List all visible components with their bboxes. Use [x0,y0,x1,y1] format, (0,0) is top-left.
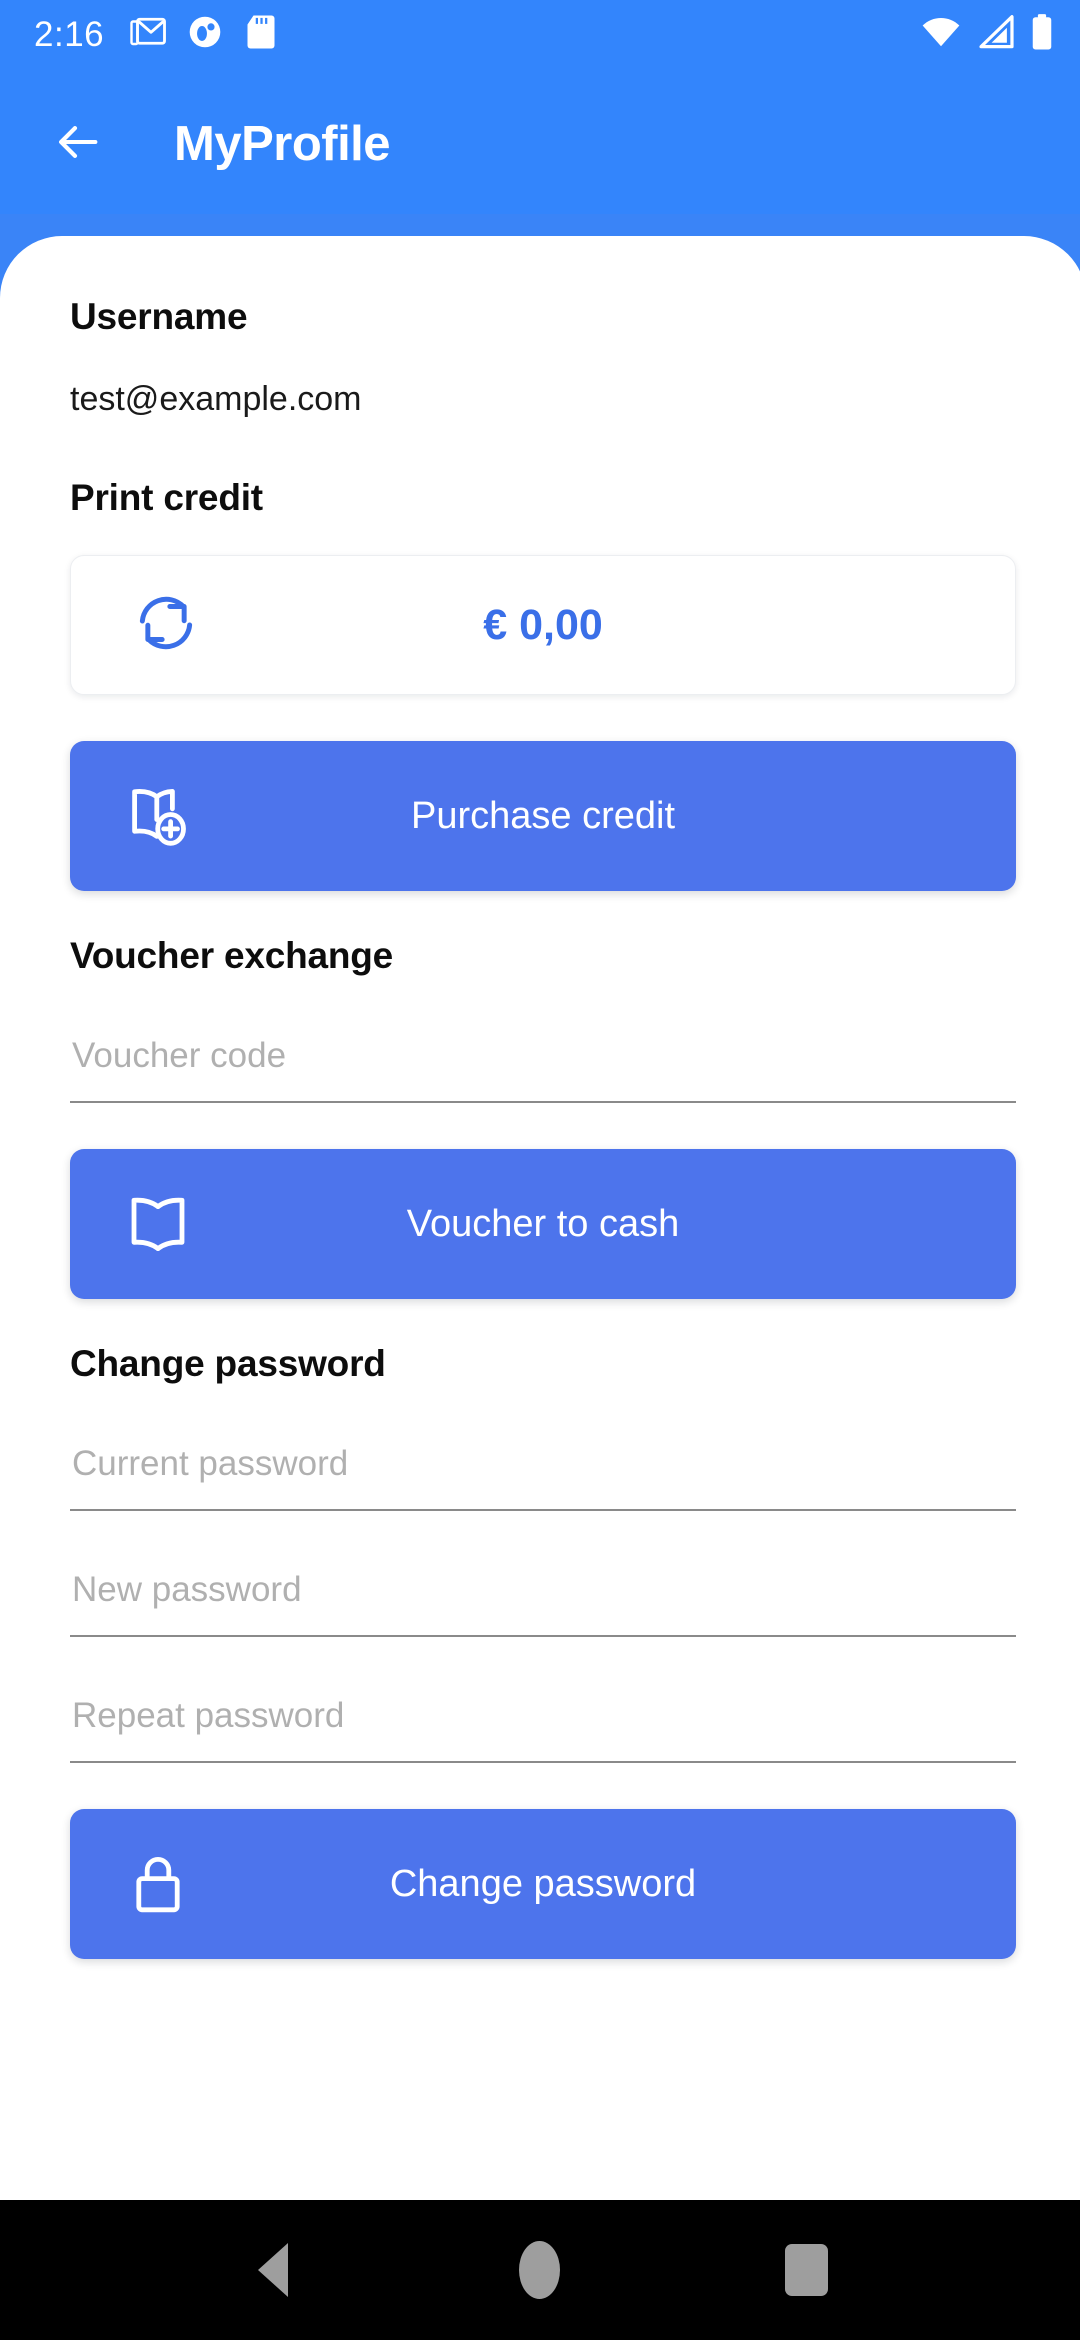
repeat-password-field [70,1683,1016,1763]
current-password-input[interactable] [70,1431,1016,1511]
wifi-icon [920,15,962,54]
purchase-credit-label: Purchase credit [410,794,675,837]
print-credit-amount: € 0,00 [483,600,603,649]
page-title: MyProfile [174,117,391,171]
square-recents-icon [785,2244,829,2296]
gmail-icon [130,14,167,55]
circle-home-icon [519,2241,561,2299]
change-password-heading: Change password [70,1343,386,1384]
book-plus-icon [116,774,200,858]
battery-icon [1030,13,1054,56]
lock-icon [116,1842,200,1926]
status-bar: 2:16 [0,0,1080,68]
back-button[interactable] [50,116,106,172]
print-credit-heading: Print credit [70,477,263,518]
voucher-exchange-heading: Voucher exchange [70,935,394,976]
status-left-icons [130,14,278,55]
purchase-credit-button[interactable]: Purchase credit [70,741,1016,891]
username-value: test@example.com [70,380,362,418]
print-credit-card: € 0,00 [70,555,1016,695]
book-open-icon [116,1182,200,1266]
notification-circle-icon [187,14,223,55]
voucher-code-field [70,1023,1016,1103]
nav-home-button[interactable] [495,2225,585,2315]
status-clock: 2:16 [34,14,105,54]
arrow-left-icon [52,116,104,173]
new-password-input[interactable] [70,1557,1016,1637]
nav-recents-button[interactable] [762,2225,852,2315]
sd-card-icon [244,14,278,55]
voucher-to-cash-label: Voucher to cash [406,1202,680,1245]
refresh-credit-button[interactable] [127,586,205,664]
voucher-to-cash-button[interactable]: Voucher to cash [70,1149,1016,1299]
nav-back-button[interactable] [228,2225,318,2315]
username-heading: Username [70,296,248,337]
current-password-field [70,1431,1016,1511]
app-bar: MyProfile [0,68,1080,220]
change-password-label: Change password [389,1862,697,1905]
content-sheet: Username test@example.com Print credit €… [0,236,1080,2340]
repeat-password-input[interactable] [70,1683,1016,1763]
phone-screen: 2:16 MyProfile Username test@example.com… [0,0,1080,2340]
change-password-button[interactable]: Change password [70,1809,1016,1959]
status-right-icons [920,13,1054,56]
cellular-signal-icon [977,14,1015,54]
voucher-code-input[interactable] [70,1023,1016,1103]
refresh-sync-icon [133,590,199,661]
triangle-back-icon [258,2243,289,2297]
android-nav-bar [0,2200,1080,2340]
new-password-field [70,1557,1016,1637]
